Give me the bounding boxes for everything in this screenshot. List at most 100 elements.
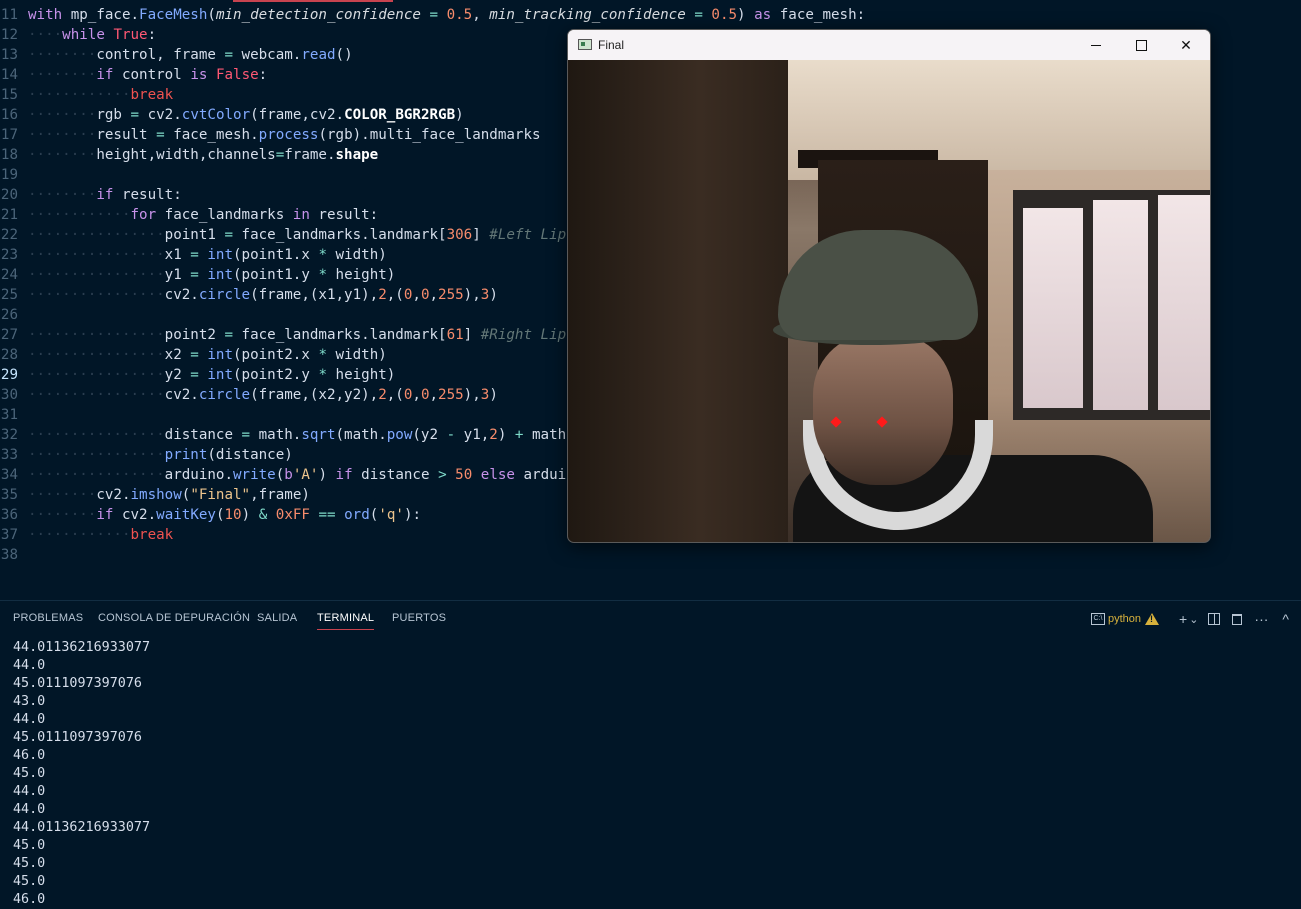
panel-tabs: PROBLEMAS CONSOLA DE DEPURACIÓN SALIDA T… — [0, 601, 1301, 636]
window-title: Final — [598, 38, 625, 52]
code-token: b — [284, 467, 293, 483]
code-line[interactable]: 23 ················x1 = int(point1.x * wi… — [0, 245, 387, 265]
code-token: frame. — [284, 147, 336, 163]
code-line[interactable]: 25 ················cv2.circle(frame,(x1,y… — [0, 285, 498, 305]
active-tab-indicator — [233, 0, 393, 2]
line-number: 38 — [0, 547, 18, 563]
code-line[interactable]: 21 ············for face_landmarks in resu… — [0, 205, 378, 225]
code-line[interactable]: 16 ········rgb = cv2.cvtColor(frame,cv2.C… — [0, 105, 464, 125]
code-line[interactable]: 33 ················print(distance) — [0, 445, 293, 465]
code-token: process — [258, 127, 319, 143]
code-token: * — [318, 247, 327, 263]
code-token: int — [207, 347, 234, 363]
maximize-button[interactable] — [1118, 30, 1164, 60]
code-token: if — [96, 67, 114, 83]
code-line[interactable]: 22 ················point1 = face_landmark… — [0, 225, 592, 245]
room-window — [1013, 190, 1210, 420]
code-token: result: — [309, 207, 379, 223]
code-line[interactable]: 32 ················distance = math.sqrt(m… — [0, 425, 592, 445]
terminal-icon[interactable]: C:\ — [1090, 613, 1105, 625]
code-token: cv2. — [164, 387, 199, 403]
code-line[interactable]: 38 — [0, 545, 28, 565]
add-terminal-button[interactable]: + — [1179, 611, 1187, 627]
code-line[interactable]: 37 ············break — [0, 525, 173, 545]
code-line[interactable]: 14 ········if control is False: — [0, 65, 267, 85]
code-token: ········ — [28, 507, 97, 523]
tab-terminal[interactable]: TERMINAL — [317, 612, 375, 630]
close-button[interactable]: ✕ — [1163, 30, 1209, 60]
terminal-output-line: 45.0 — [13, 766, 46, 781]
close-icon: ✕ — [1180, 36, 1192, 53]
window-titlebar[interactable]: Final ✕ — [568, 30, 1210, 60]
trash-icon[interactable] — [1232, 613, 1243, 625]
code-token: ), — [463, 387, 481, 403]
code-line[interactable]: 36 ········if cv2.waitKey(10) & 0xFF == o… — [0, 505, 421, 525]
code-token: , — [472, 7, 490, 23]
code-token: min_detection_confidence — [215, 7, 421, 23]
code-token: for — [130, 207, 157, 223]
chevron-down-icon[interactable]: ⌄ — [1189, 613, 1198, 626]
code-token: (frame,cv2. — [250, 107, 345, 123]
code-token: imshow — [130, 487, 182, 503]
code-token: ················ — [28, 447, 165, 463]
code-token: 0.5 — [711, 7, 738, 23]
code-token: ················ — [28, 467, 165, 483]
code-token: height) — [326, 267, 396, 283]
code-line[interactable]: 24 ················y1 = int(point1.y * he… — [0, 265, 395, 285]
code-line[interactable]: 31 — [0, 405, 28, 425]
window-pane — [1093, 200, 1148, 410]
code-line[interactable]: 19 — [0, 165, 28, 185]
code-line[interactable]: 20 ········if result: — [0, 185, 182, 205]
tab-salida[interactable]: SALIDA — [257, 612, 297, 624]
split-terminal-icon[interactable] — [1208, 613, 1221, 625]
tab-consola-depuracion[interactable]: CONSOLA DE DEPURACIÓN — [98, 612, 250, 624]
line-number: 34 — [0, 467, 18, 483]
code-token: ord — [344, 507, 370, 523]
terminal-output[interactable]: 44.01136216933077 44.0 45.0111097397076 43.… — [13, 639, 150, 909]
code-token: , — [429, 387, 439, 403]
code-line[interactable]: 26 — [0, 305, 28, 325]
code-token: in — [292, 207, 310, 223]
code-line[interactable]: 17 ········result = face_mesh.process(rgb… — [0, 125, 541, 145]
maximize-panel-icon[interactable]: ^ — [1282, 611, 1289, 627]
terminal-name[interactable]: python — [1108, 613, 1141, 625]
code-token: (distance) — [207, 447, 293, 463]
code-line[interactable]: 11 with mp_face.FaceMesh(min_detection_co… — [0, 5, 865, 25]
code-token: int — [207, 247, 234, 263]
code-token: 306 — [446, 227, 473, 243]
code-token: = — [190, 347, 199, 363]
code-line[interactable]: 28 ················x2 = int(point2.x * wi… — [0, 345, 387, 365]
code-line[interactable]: 13 ········control, frame = webcam.read() — [0, 45, 353, 65]
code-token: 'q' — [378, 507, 404, 523]
tab-puertos[interactable]: PUERTOS — [392, 612, 446, 624]
code-line[interactable]: 30 ················cv2.circle(frame,(x2,y… — [0, 385, 498, 405]
code-line[interactable]: 12 ····while True: — [0, 25, 156, 45]
opencv-window[interactable]: Final ✕ — [567, 29, 1211, 543]
code-token: rgb — [96, 107, 131, 123]
code-token: ················ — [28, 387, 165, 403]
tab-problemas[interactable]: PROBLEMAS — [13, 612, 83, 624]
code-line[interactable]: 15 ············break — [0, 85, 173, 105]
code-token: ············ — [28, 87, 131, 103]
code-line[interactable]: 29 ················y2 = int(point2.y * he… — [0, 365, 395, 385]
code-line[interactable]: 18 ········height,width,channels=frame.sh… — [0, 145, 378, 165]
code-token: ) — [489, 287, 498, 303]
code-token: (math. — [335, 427, 387, 443]
code-token: - — [446, 427, 456, 443]
warning-icon[interactable] — [1145, 613, 1160, 625]
window-pane — [1023, 208, 1083, 408]
code-token: 2 — [378, 287, 387, 303]
minimize-button[interactable] — [1073, 30, 1119, 60]
code-token: * — [318, 267, 327, 283]
code-token: * — [318, 347, 327, 363]
code-line[interactable]: 34 ················arduino.write(b'A') if… — [0, 465, 592, 485]
code-token: width) — [326, 247, 387, 263]
code-line[interactable]: 35 ········cv2.imshow("Final",frame) — [0, 485, 310, 505]
code-token: False — [215, 67, 259, 83]
code-token: cv2. — [139, 107, 182, 123]
more-actions-button[interactable]: ··· — [1254, 611, 1268, 627]
code-line[interactable]: 27 ················point2 = face_landmark… — [0, 325, 592, 345]
code-token: * — [318, 367, 327, 383]
line-number: 29 — [0, 367, 18, 383]
